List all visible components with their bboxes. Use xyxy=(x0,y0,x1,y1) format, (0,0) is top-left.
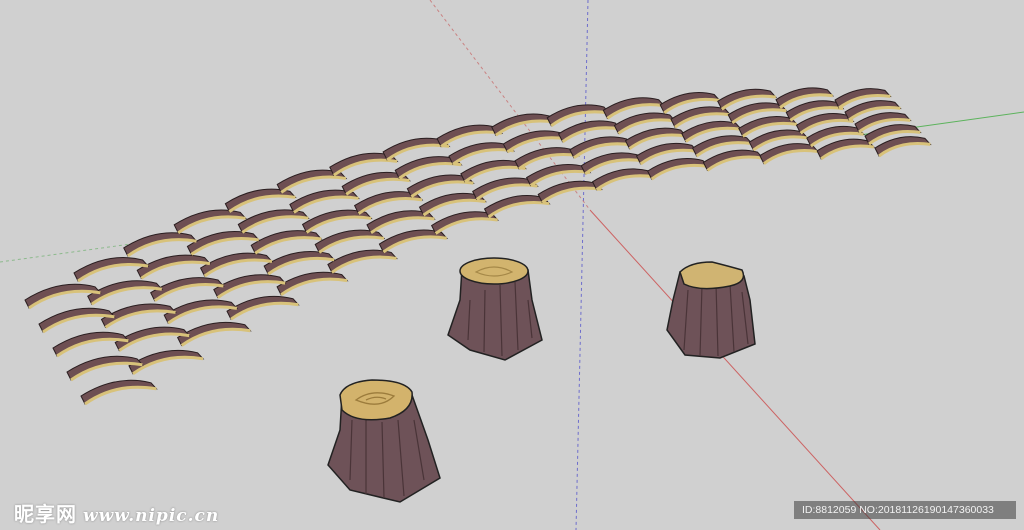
wooden-bridge[interactable] xyxy=(24,87,932,406)
scene-canvas[interactable] xyxy=(0,0,1024,530)
3d-viewport[interactable]: 昵享网 www.nipic.cn ID:8812059 NO:2018112619… xyxy=(0,0,1024,530)
blue-axis-line xyxy=(575,0,589,530)
watermark-url: www.nipic.cn xyxy=(83,506,220,526)
watermark-logo-text: 昵享网 xyxy=(14,502,77,526)
tree-stump-middle[interactable] xyxy=(447,257,543,361)
nipic-watermark-logo: 昵享网 www.nipic.cn xyxy=(14,498,219,527)
red-axis-line-lower xyxy=(589,209,881,530)
tree-stump-right[interactable] xyxy=(666,261,756,359)
tree-stump-front[interactable] xyxy=(327,379,441,503)
image-id-bar: ID:8812059 NO:20181126190147360033 xyxy=(794,501,1016,519)
